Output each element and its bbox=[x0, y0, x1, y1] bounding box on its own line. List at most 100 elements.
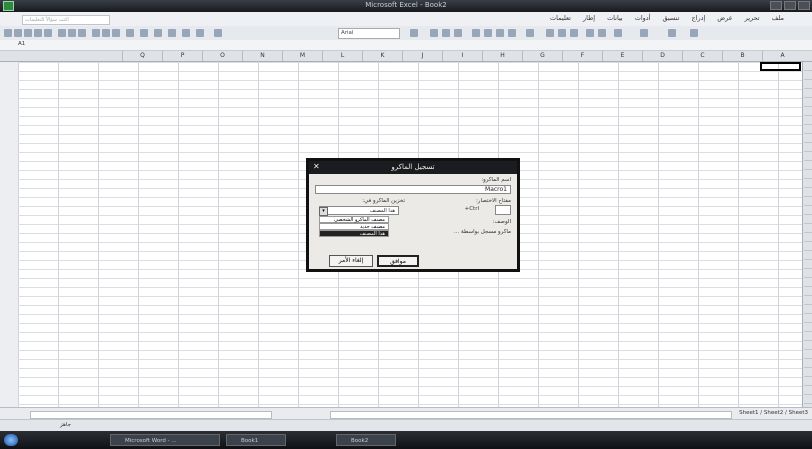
align-right-icon[interactable] bbox=[472, 29, 480, 37]
store-in-select[interactable]: هذا المصنف bbox=[319, 206, 399, 215]
row-header-cell[interactable] bbox=[804, 170, 812, 179]
close-button[interactable] bbox=[798, 1, 810, 10]
start-button[interactable] bbox=[4, 434, 18, 446]
rtl-icon[interactable] bbox=[526, 29, 534, 37]
row-header-cell[interactable] bbox=[804, 116, 812, 125]
row-header-cell[interactable] bbox=[804, 278, 812, 287]
row-header-cell[interactable] bbox=[804, 341, 812, 350]
row-header-cell[interactable] bbox=[804, 359, 812, 368]
column-header-cell[interactable]: K bbox=[362, 51, 402, 61]
row-header-cell[interactable] bbox=[804, 386, 812, 395]
hyperlink-icon[interactable] bbox=[140, 29, 148, 37]
row-header-cell[interactable] bbox=[804, 98, 812, 107]
column-header-cell[interactable]: F bbox=[562, 51, 602, 61]
vertical-scrollbar[interactable] bbox=[0, 62, 19, 407]
row-header-cell[interactable] bbox=[804, 287, 812, 296]
column-header-cell[interactable]: Q bbox=[122, 51, 162, 61]
row-header-cell[interactable] bbox=[804, 179, 812, 188]
permission-icon[interactable] bbox=[34, 29, 42, 37]
cancel-button[interactable]: إلغاء الأمر bbox=[329, 255, 373, 267]
macro-name-input[interactable]: Macro1 bbox=[315, 185, 511, 194]
menu-item[interactable]: إطار bbox=[583, 14, 595, 22]
align-left-icon[interactable] bbox=[496, 29, 504, 37]
cut-icon[interactable] bbox=[92, 29, 100, 37]
menu-item[interactable]: تعليمات bbox=[550, 14, 571, 22]
print-preview-icon[interactable] bbox=[68, 29, 76, 37]
column-header-cell[interactable]: P bbox=[162, 51, 202, 61]
horizontal-scrollbar-track[interactable] bbox=[330, 411, 732, 419]
increase-decimal-icon[interactable] bbox=[586, 29, 594, 37]
task-book2[interactable]: Book2 bbox=[336, 434, 396, 446]
undo-icon[interactable] bbox=[126, 29, 134, 37]
horizontal-scrollbar[interactable] bbox=[30, 411, 272, 419]
sheet-tabs[interactable]: Sheet1 / Sheet2 / Sheet3 bbox=[739, 410, 808, 416]
font-color-icon[interactable] bbox=[690, 29, 698, 37]
column-header-cell[interactable]: I bbox=[442, 51, 482, 61]
row-header-cell[interactable] bbox=[804, 269, 812, 278]
row-header-cell[interactable] bbox=[804, 323, 812, 332]
menu-item[interactable]: أدوات bbox=[635, 14, 651, 22]
column-header-cell[interactable]: D bbox=[642, 51, 682, 61]
help-search-input[interactable]: اكتب سؤالاً للتعليمات bbox=[22, 15, 110, 25]
row-header-cell[interactable] bbox=[804, 377, 812, 386]
decrease-decimal-icon[interactable] bbox=[598, 29, 606, 37]
row-header-cell[interactable] bbox=[804, 332, 812, 341]
row-header-cell[interactable] bbox=[804, 125, 812, 134]
row-header-cell[interactable] bbox=[804, 350, 812, 359]
row-header-cell[interactable] bbox=[804, 80, 812, 89]
indent-icon[interactable] bbox=[614, 29, 622, 37]
column-header-cell[interactable]: N bbox=[242, 51, 282, 61]
currency-icon[interactable] bbox=[546, 29, 554, 37]
menu-item[interactable]: تنسيق bbox=[663, 14, 680, 22]
row-header-cell[interactable] bbox=[804, 314, 812, 323]
store-option-selected[interactable]: هذا المصنف bbox=[319, 230, 389, 237]
merge-center-icon[interactable] bbox=[508, 29, 516, 37]
row-header-cell[interactable] bbox=[804, 224, 812, 233]
comma-style-icon[interactable] bbox=[570, 29, 578, 37]
font-size-icon[interactable] bbox=[410, 29, 418, 37]
menu-item[interactable]: إدراج bbox=[691, 14, 705, 22]
row-header-cell[interactable] bbox=[804, 395, 812, 404]
task-book1[interactable]: Book1 bbox=[226, 434, 286, 446]
percent-icon[interactable] bbox=[558, 29, 566, 37]
column-header-cell[interactable]: J bbox=[402, 51, 442, 61]
underline-icon[interactable] bbox=[454, 29, 462, 37]
chevron-down-icon[interactable]: ▾ bbox=[319, 207, 328, 216]
row-header-cell[interactable] bbox=[804, 71, 812, 80]
row-header-cell[interactable] bbox=[804, 206, 812, 215]
menu-item[interactable]: بيانات bbox=[607, 14, 623, 22]
name-box[interactable]: A1 bbox=[18, 41, 78, 49]
chart-wizard-icon[interactable] bbox=[182, 29, 190, 37]
column-header-cell[interactable]: G bbox=[522, 51, 562, 61]
column-header-cell[interactable]: B bbox=[722, 51, 762, 61]
row-header-cell[interactable] bbox=[804, 161, 812, 170]
row-header-cell[interactable] bbox=[804, 62, 812, 71]
ok-button[interactable]: موافق bbox=[377, 255, 419, 267]
new-icon[interactable] bbox=[4, 29, 12, 37]
menu-item[interactable]: تحرير bbox=[745, 14, 760, 22]
print-icon[interactable] bbox=[58, 29, 66, 37]
description-value[interactable]: ماكرو مسجل بواسطة ... bbox=[393, 229, 511, 235]
row-header-cell[interactable] bbox=[804, 143, 812, 152]
active-cell[interactable] bbox=[760, 62, 801, 71]
bold-icon[interactable] bbox=[430, 29, 438, 37]
row-header-cell[interactable] bbox=[804, 368, 812, 377]
save-icon[interactable] bbox=[24, 29, 32, 37]
column-header-cell[interactable]: E bbox=[602, 51, 642, 61]
row-header-cell[interactable] bbox=[804, 242, 812, 251]
row-header-cell[interactable] bbox=[804, 233, 812, 242]
row-header-cell[interactable] bbox=[804, 296, 812, 305]
row-header-cell[interactable] bbox=[804, 152, 812, 161]
row-header-cell[interactable] bbox=[804, 107, 812, 116]
row-header-cell[interactable] bbox=[804, 188, 812, 197]
column-header-cell[interactable]: L bbox=[322, 51, 362, 61]
autosum-icon[interactable] bbox=[154, 29, 162, 37]
drawing-icon[interactable] bbox=[196, 29, 204, 37]
column-header-cell[interactable]: M bbox=[282, 51, 322, 61]
menu-item[interactable]: عرض bbox=[717, 14, 732, 22]
open-icon[interactable] bbox=[14, 29, 22, 37]
align-center-icon[interactable] bbox=[484, 29, 492, 37]
row-header-cell[interactable] bbox=[804, 305, 812, 314]
maximize-button[interactable] bbox=[784, 1, 796, 10]
spelling-icon[interactable] bbox=[78, 29, 86, 37]
